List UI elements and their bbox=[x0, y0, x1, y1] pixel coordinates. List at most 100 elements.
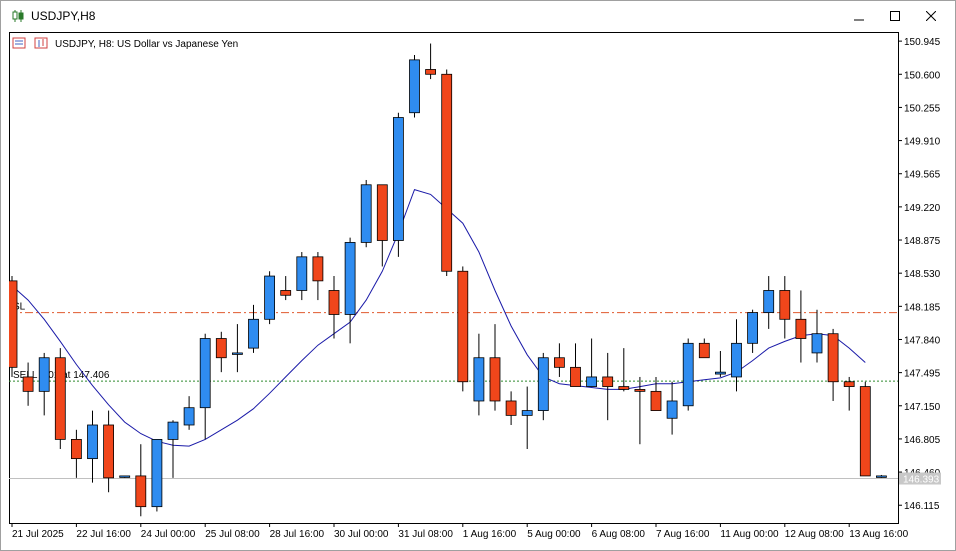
ma-line bbox=[11, 188, 866, 447]
time-tick-label: 21 Jul 2025 bbox=[12, 529, 64, 540]
candle bbox=[586, 338, 597, 387]
candle-body bbox=[876, 475, 887, 478]
candle-body bbox=[795, 318, 807, 339]
candle bbox=[392, 112, 404, 257]
candle bbox=[843, 376, 855, 411]
candle bbox=[87, 410, 98, 483]
candlestick-chart[interactable]: USDJPY, H8: US Dollar vs Japanese Yen SL… bbox=[9, 32, 954, 549]
window-title: USDJPY,H8 bbox=[31, 9, 96, 23]
candle bbox=[731, 319, 742, 392]
objects-list-icon bbox=[12, 37, 26, 49]
candle-body bbox=[22, 376, 34, 392]
candle bbox=[312, 252, 324, 301]
candle bbox=[521, 386, 533, 450]
price-axis[interactable]: 150.945 150.600 150.255 149.910 149.565 149.2… bbox=[898, 37, 941, 512]
candle bbox=[763, 276, 775, 329]
candle-body bbox=[71, 439, 82, 460]
candle bbox=[135, 444, 147, 517]
candle-body bbox=[859, 386, 871, 477]
chart-window: USDJPY,H8 USDJPY, H8: US Dollar vs Japan bbox=[0, 0, 956, 551]
time-tick-label: 7 Aug 16:00 bbox=[656, 529, 710, 540]
candle bbox=[489, 324, 501, 411]
candle-body bbox=[54, 357, 66, 440]
candle bbox=[827, 328, 839, 401]
candle bbox=[779, 276, 791, 339]
candle-body bbox=[747, 312, 758, 344]
chart-symbol-label: USDJPY, H8: US Dollar vs Japanese Yen bbox=[55, 39, 238, 50]
candle bbox=[650, 376, 662, 411]
candle bbox=[537, 352, 549, 421]
time-tick-label: 5 Aug 00:00 bbox=[527, 529, 581, 540]
candle-body bbox=[38, 357, 50, 392]
candle-body bbox=[618, 386, 630, 390]
candle-body bbox=[264, 275, 276, 320]
price-levels: SLSELL 0.01 at 147.406 bbox=[9, 302, 898, 480]
chart-legend-icons bbox=[12, 37, 48, 49]
close-icon bbox=[926, 11, 936, 21]
candle bbox=[22, 362, 34, 406]
candle bbox=[183, 396, 195, 430]
candle-body bbox=[457, 270, 469, 383]
candle-body bbox=[827, 333, 839, 383]
price-tick-label: 147.495 bbox=[904, 369, 941, 380]
candle bbox=[296, 252, 308, 301]
candle bbox=[409, 55, 420, 118]
candle bbox=[666, 381, 678, 435]
candle-body bbox=[87, 424, 98, 460]
candle bbox=[457, 266, 469, 392]
candle bbox=[280, 276, 292, 301]
candle bbox=[344, 237, 356, 344]
close-button[interactable] bbox=[913, 1, 949, 31]
time-tick-label: 1 Aug 16:00 bbox=[463, 529, 517, 540]
candle-body bbox=[360, 184, 372, 243]
price-tick-label: 147.150 bbox=[904, 402, 941, 413]
time-tick-label: 24 Jul 00:00 bbox=[141, 529, 196, 540]
candle-body bbox=[231, 352, 243, 355]
candles bbox=[9, 43, 887, 517]
candle-body bbox=[650, 390, 662, 411]
candle-body bbox=[634, 389, 646, 392]
minimize-button[interactable] bbox=[841, 1, 877, 31]
price-tick-label: 149.220 bbox=[904, 203, 941, 214]
time-axis[interactable]: 21 Jul 2025 22 Jul 16:00 24 Jul 00:00 25 Ju… bbox=[11, 523, 909, 540]
candle bbox=[38, 352, 50, 416]
candle bbox=[747, 309, 758, 353]
candle bbox=[9, 276, 18, 377]
candle-body bbox=[312, 256, 324, 282]
candle-body bbox=[167, 421, 179, 440]
chart-area[interactable]: USDJPY, H8: US Dollar vs Japanese Yen SL… bbox=[9, 32, 954, 549]
candle-body bbox=[392, 117, 404, 241]
candle-body bbox=[199, 338, 211, 409]
candle-body bbox=[183, 407, 195, 426]
time-tick-label: 6 Aug 08:00 bbox=[592, 529, 646, 540]
candle bbox=[167, 420, 179, 478]
candle-body bbox=[554, 357, 565, 368]
candle-body bbox=[843, 381, 855, 387]
candle-body bbox=[715, 371, 726, 375]
candle bbox=[199, 333, 211, 440]
time-tick-label: 30 Jul 00:00 bbox=[334, 529, 389, 540]
candle bbox=[119, 475, 131, 478]
candle-body bbox=[425, 69, 437, 75]
time-tick-label: 11 Aug 00:00 bbox=[720, 529, 779, 540]
candle bbox=[698, 338, 710, 359]
price-tick-label: 150.945 bbox=[904, 37, 941, 48]
candle-body bbox=[521, 410, 533, 416]
candle-body bbox=[296, 256, 308, 291]
window-titlebar[interactable]: USDJPY,H8 bbox=[1, 1, 955, 31]
candle-body bbox=[9, 280, 18, 368]
candle bbox=[103, 410, 114, 493]
candle-body bbox=[441, 73, 453, 272]
candle-body bbox=[344, 242, 356, 315]
candle bbox=[151, 439, 163, 512]
candle-body bbox=[489, 357, 501, 402]
maximize-button[interactable] bbox=[877, 1, 913, 31]
price-tick-label: 150.255 bbox=[904, 103, 941, 114]
candle bbox=[715, 351, 726, 377]
candle-body bbox=[602, 376, 614, 387]
candle-body bbox=[135, 475, 147, 508]
candle bbox=[795, 290, 807, 363]
plot-frame bbox=[9, 32, 899, 524]
price-tick-label: 149.910 bbox=[904, 137, 941, 148]
candle-body bbox=[151, 439, 163, 508]
